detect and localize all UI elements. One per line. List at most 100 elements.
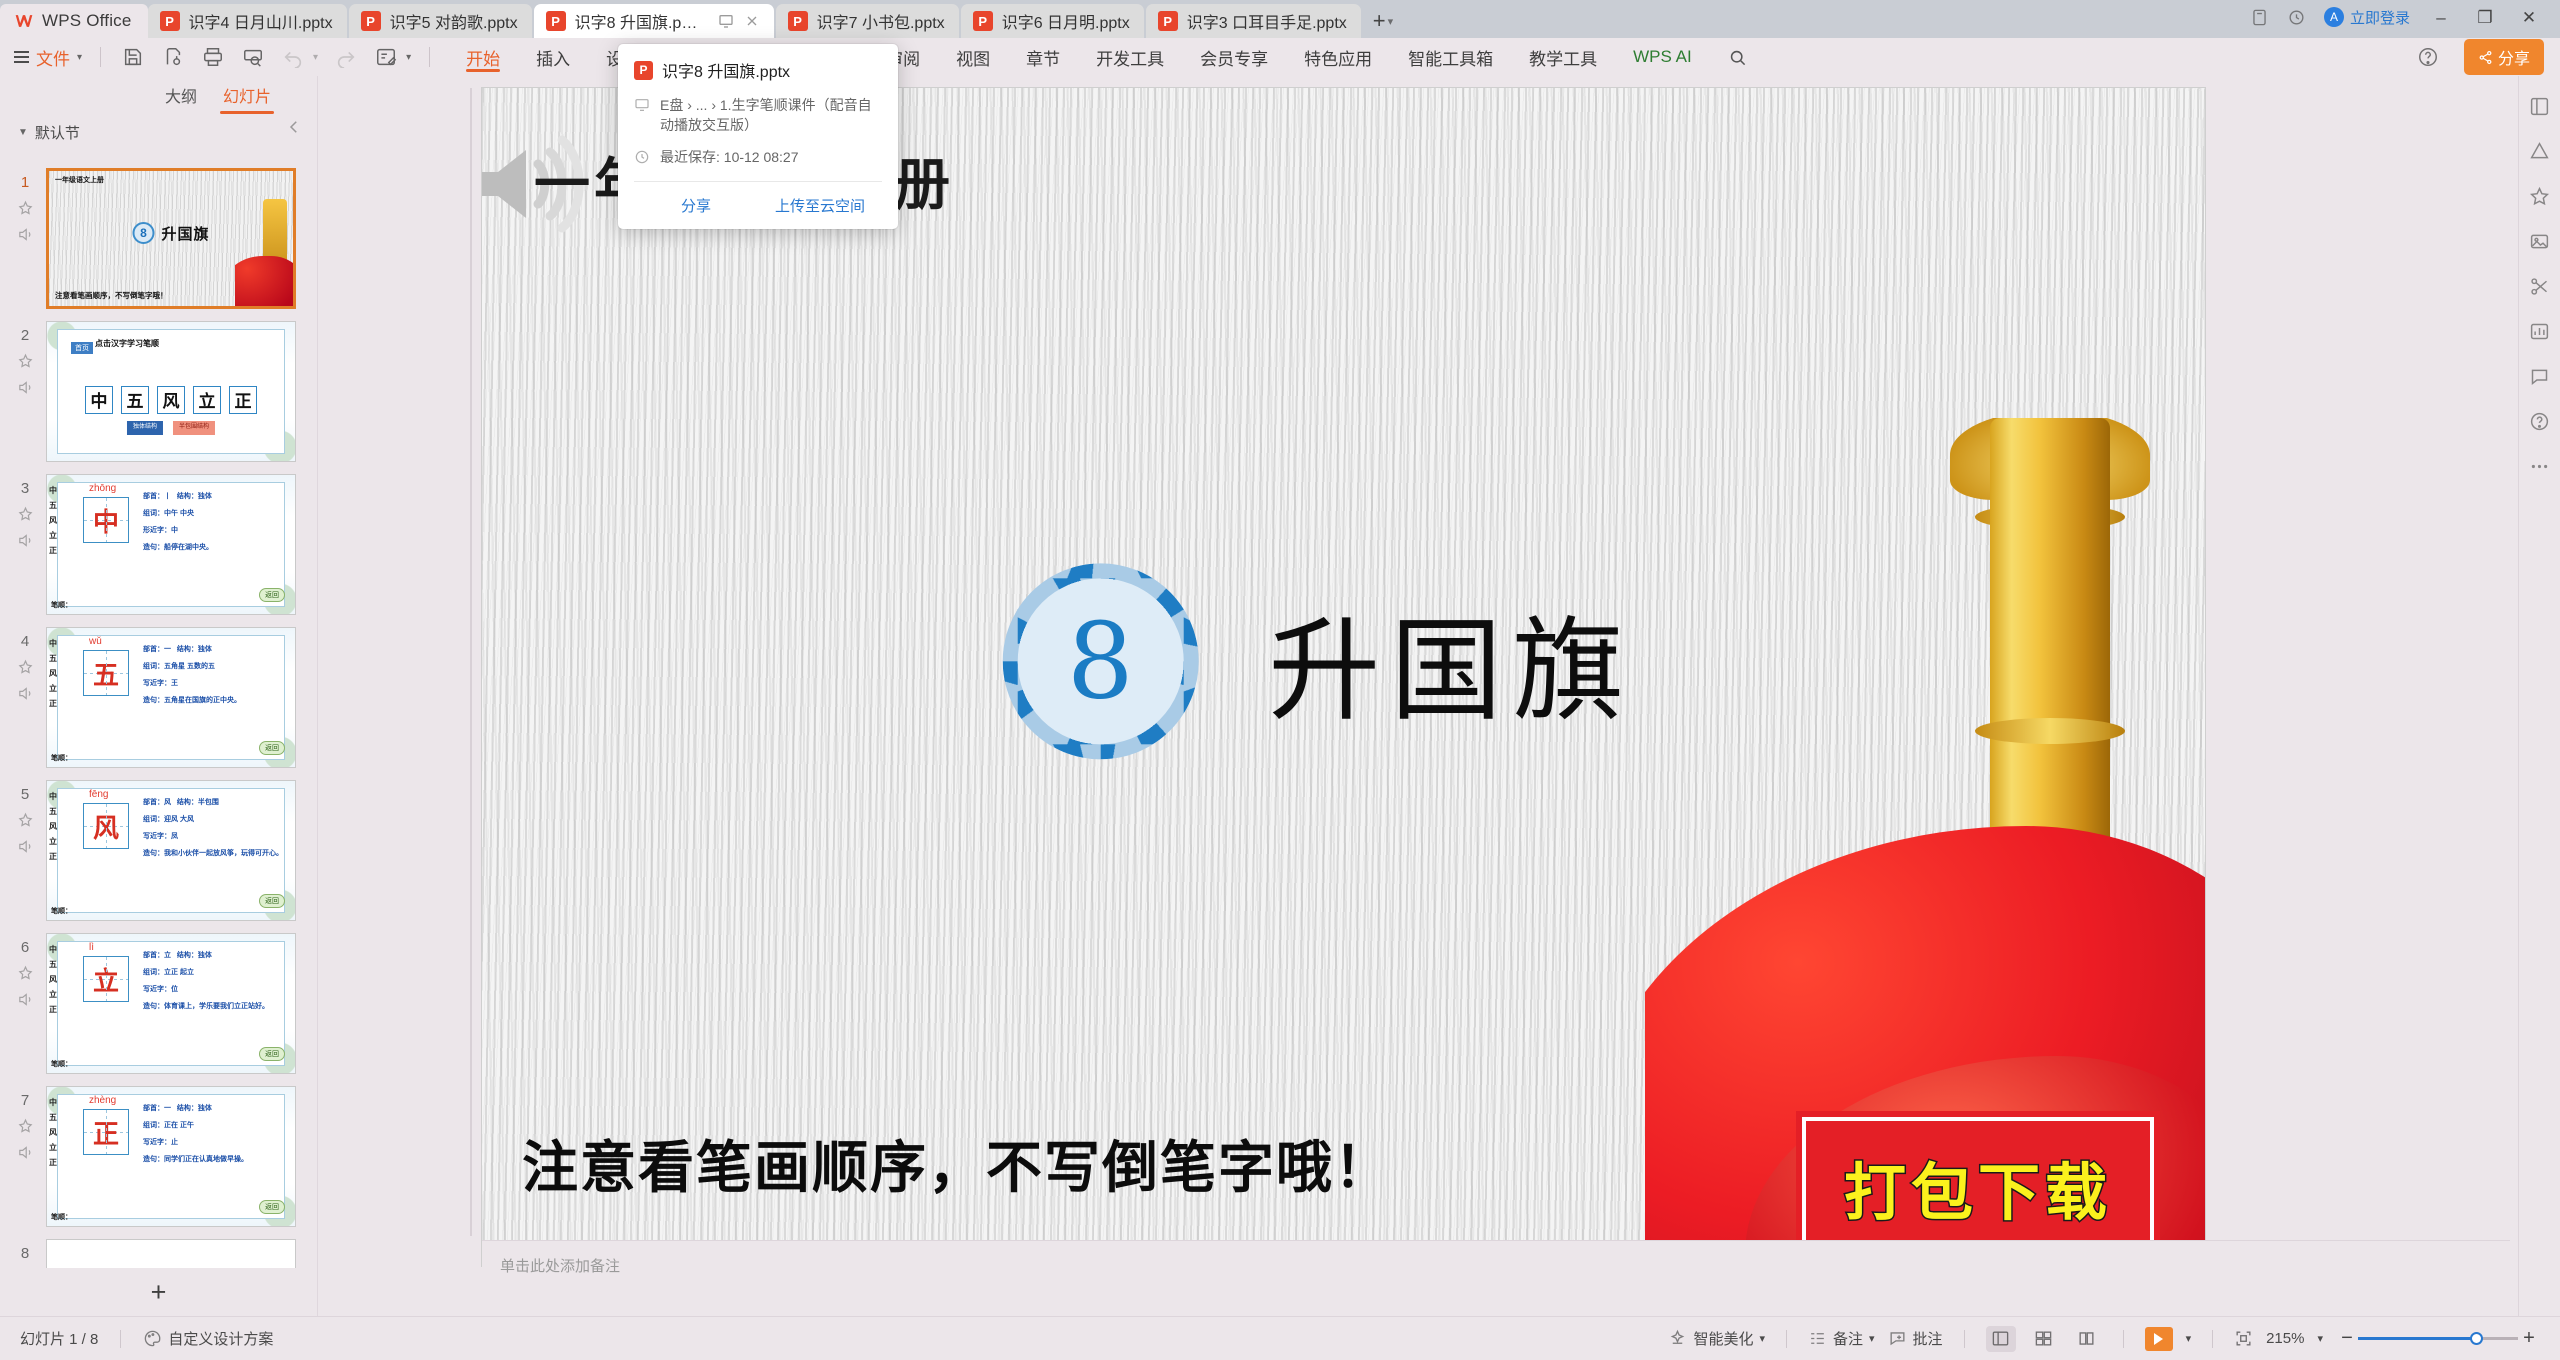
zoom-slider-handle[interactable] [2470, 1332, 2483, 1345]
zoom-level-label[interactable]: 215% [2266, 1330, 2304, 1347]
thumb-preview[interactable]: 中五风立正 zhōng 中部首：丨 结构：独体 组词：中午 中央 形近字：中 造句：船停在… [46, 474, 296, 615]
document-tab[interactable]: P 识字8 升国旗.pptx [533, 4, 774, 38]
audio-speaker-icon[interactable] [17, 226, 34, 243]
zoom-in-button[interactable]: + [2518, 1327, 2540, 1350]
print-icon[interactable] [202, 46, 224, 68]
slide-thumbnail-item[interactable]: 6 中五风立正 lì 立部首：立 结构：独体 组词：立正 起立 写近字：位 造句：体育课上，… [0, 933, 317, 1086]
login-button[interactable]: A 立即登录 [2323, 7, 2410, 28]
slide-thumbnail-item[interactable]: 8 扫码关注 [0, 1239, 317, 1268]
save-icon[interactable] [122, 46, 144, 68]
ribbon-tab-13[interactable]: 教学工具 [1511, 38, 1615, 76]
document-tab[interactable]: P 识字5 对韵歌.pptx [348, 4, 532, 38]
audio-speaker-icon[interactable] [17, 838, 34, 855]
zoom-slider[interactable]: − + [2336, 1327, 2540, 1350]
view-sorter-button[interactable] [2029, 1326, 2059, 1352]
comment-icon[interactable] [2529, 366, 2550, 387]
close-button[interactable]: ✕ [2516, 9, 2542, 26]
ribbon-search-icon[interactable] [1710, 38, 1765, 76]
ribbon-tab-7[interactable]: 视图 [938, 38, 1008, 76]
fit-to-window-icon[interactable] [2234, 1329, 2253, 1348]
slide-thumbnail-item[interactable]: 1 一年级语文上册 8 升国旗 注意看笔画顺序，不写倒笔字哦！ [0, 168, 317, 321]
audio-speaker-icon[interactable] [17, 991, 34, 1008]
share-button[interactable]: 分享 [2463, 39, 2544, 75]
ribbon-tab-12[interactable]: 智能工具箱 [1390, 38, 1511, 76]
backup-icon[interactable] [2250, 8, 2269, 27]
ribbon-tab-0[interactable]: 开始 [448, 38, 518, 76]
panel-splitter[interactable] [468, 88, 474, 1236]
ribbon-tab-1[interactable]: 插入 [518, 38, 588, 76]
shape-style-icon[interactable] [2529, 141, 2550, 162]
design-scheme-button[interactable]: 自定义设计方案 [143, 1328, 273, 1349]
undo-icon[interactable] [282, 46, 304, 68]
slide-thumbnail-item[interactable]: 4 中五风立正 wǔ 五部首：一 结构：独体 组词：五角星 五数的五 写近字：王 造句：五角… [0, 627, 317, 780]
document-tab[interactable]: P 识字4 日月山川.pptx [147, 4, 347, 38]
cut-scissors-icon[interactable] [2529, 276, 2550, 297]
new-tab-button[interactable]: + ▾ [1363, 4, 1403, 38]
slide-thumbnail-item[interactable]: 5 中五风立正 fēng 风部首：风 结构：半包围 组词：迎风 大风 写近字：凤 造句：我和… [0, 780, 317, 933]
chevron-left-icon[interactable] [285, 118, 303, 136]
add-slide-button[interactable]: + [0, 1268, 317, 1316]
present-monitor-icon[interactable] [718, 13, 734, 29]
document-tab[interactable]: P 识字7 小书包.pptx [775, 4, 959, 38]
section-header[interactable]: ▼ 默认节 [0, 114, 317, 153]
redo-icon[interactable] [335, 46, 357, 68]
animation-star-icon[interactable] [17, 200, 34, 217]
popup-upload-action[interactable]: 上传至云空间 [758, 182, 882, 229]
ribbon-tab-9[interactable]: 开发工具 [1078, 38, 1182, 76]
audio-speaker-icon[interactable] [17, 379, 34, 396]
zoom-out-button[interactable]: − [2336, 1327, 2358, 1350]
play-options-caret-icon[interactable]: ▾ [2186, 1332, 2192, 1345]
more-dots-icon[interactable] [2529, 456, 2550, 477]
popup-share-action[interactable]: 分享 [634, 182, 758, 229]
slide-thumbnail-item[interactable]: 7 中五风立正 zhèng 正部首：一 结构：独体 组词：正在 正午 写近字：止 造句：同学… [0, 1086, 317, 1239]
thumb-preview[interactable]: 中五风立正 zhèng 正部首：一 结构：独体 组词：正在 正午 写近字：止 造句：同学们… [46, 1086, 296, 1227]
view-normal-button[interactable] [1985, 1325, 2016, 1352]
ribbon-tab-wps-ai[interactable]: WPS AI [1615, 38, 1710, 76]
tab-outline[interactable]: 大纲 [165, 83, 197, 107]
animation-star-icon[interactable] [17, 812, 34, 829]
customize-caret-icon[interactable]: ▾ [406, 52, 411, 63]
file-menu-button[interactable]: 文件 ▾ [14, 45, 88, 70]
notes-toggle-button[interactable]: 备注 ▾ [1808, 1328, 1875, 1349]
slide-canvas[interactable]: 一年级语文上册 8 升国旗 注意看笔画顺序，不写倒笔字哦！ 打包下载 [482, 88, 2205, 1266]
view-reading-button[interactable] [2072, 1326, 2102, 1352]
thumb-preview[interactable]: 一年级语文上册 8 升国旗 注意看笔画顺序，不写倒笔字哦！ [46, 168, 296, 309]
animation-star-icon[interactable] [17, 506, 34, 523]
slide-thumbnail-item[interactable]: 3 中五风立正 zhōng 中部首：丨 结构：独体 组词：中午 中央 形近字：中 造句：船停… [0, 474, 317, 627]
thumb-preview[interactable]: 中五风立正 wǔ 五部首：一 结构：独体 组词：五角星 五数的五 写近字：王 造句：五角星… [46, 627, 296, 768]
thumb-preview[interactable]: 中五风立正 lì 立部首：立 结构：独体 组词：立正 起立 写近字：位 造句：体育课上，学… [46, 933, 296, 1074]
thumb-preview[interactable]: 扫码关注 [46, 1239, 296, 1268]
help-circle-icon[interactable] [2529, 411, 2550, 432]
beautify-button[interactable]: 智能美化 ▾ [1668, 1328, 1765, 1349]
save-as-icon[interactable] [162, 46, 184, 68]
ribbon-tab-8[interactable]: 章节 [1008, 38, 1078, 76]
notes-pane[interactable]: 单击此处添加备注 [482, 1240, 2510, 1312]
slide-thumbnail-item[interactable]: 2 点击汉字学习笔顺 首页中五风立正独体结构 半包围结构 [0, 321, 317, 474]
audio-speaker-icon[interactable] [17, 532, 34, 549]
audio-speaker-icon[interactable] [17, 1144, 34, 1161]
quick-edit-icon[interactable] [375, 46, 397, 68]
start-slideshow-button[interactable] [2144, 1326, 2173, 1351]
ribbon-tab-11[interactable]: 特色应用 [1286, 38, 1390, 76]
wps-office-brand[interactable]: WPS Office [0, 4, 148, 38]
ribbon-tab-10[interactable]: 会员专享 [1182, 38, 1286, 76]
download-stamp-overlay[interactable]: 打包下载 [1813, 1128, 2143, 1246]
zoom-caret-icon[interactable]: ▾ [2317, 1332, 2323, 1345]
favorites-star-icon[interactable] [2529, 186, 2550, 207]
maximize-button[interactable]: ❐ [2472, 9, 2498, 26]
undo-caret-icon[interactable]: ▾ [313, 52, 318, 63]
chart-icon[interactable] [2529, 321, 2550, 342]
close-icon[interactable] [744, 13, 760, 29]
document-tab[interactable]: P 识字3 口耳目手足.pptx [1145, 4, 1361, 38]
image-icon[interactable] [2529, 231, 2550, 252]
zoom-slider-track[interactable] [2358, 1332, 2518, 1345]
document-tab[interactable]: P 识字6 日月明.pptx [960, 4, 1144, 38]
tab-slides[interactable]: 幻灯片 [219, 83, 275, 114]
comment-toggle-button[interactable]: 批注 [1888, 1328, 1943, 1349]
slide-thumbnail-list[interactable]: 1 一年级语文上册 8 升国旗 注意看笔画顺序，不写倒笔字哦！ 2 点击汉字学习笔顺 首页中五… [0, 168, 317, 1268]
help-icon[interactable] [2417, 46, 2439, 68]
animation-star-icon[interactable] [17, 965, 34, 982]
clock-history-icon[interactable] [2287, 8, 2306, 27]
animation-star-icon[interactable] [17, 659, 34, 676]
slide-main-title[interactable]: 升国旗 [1268, 580, 1634, 742]
